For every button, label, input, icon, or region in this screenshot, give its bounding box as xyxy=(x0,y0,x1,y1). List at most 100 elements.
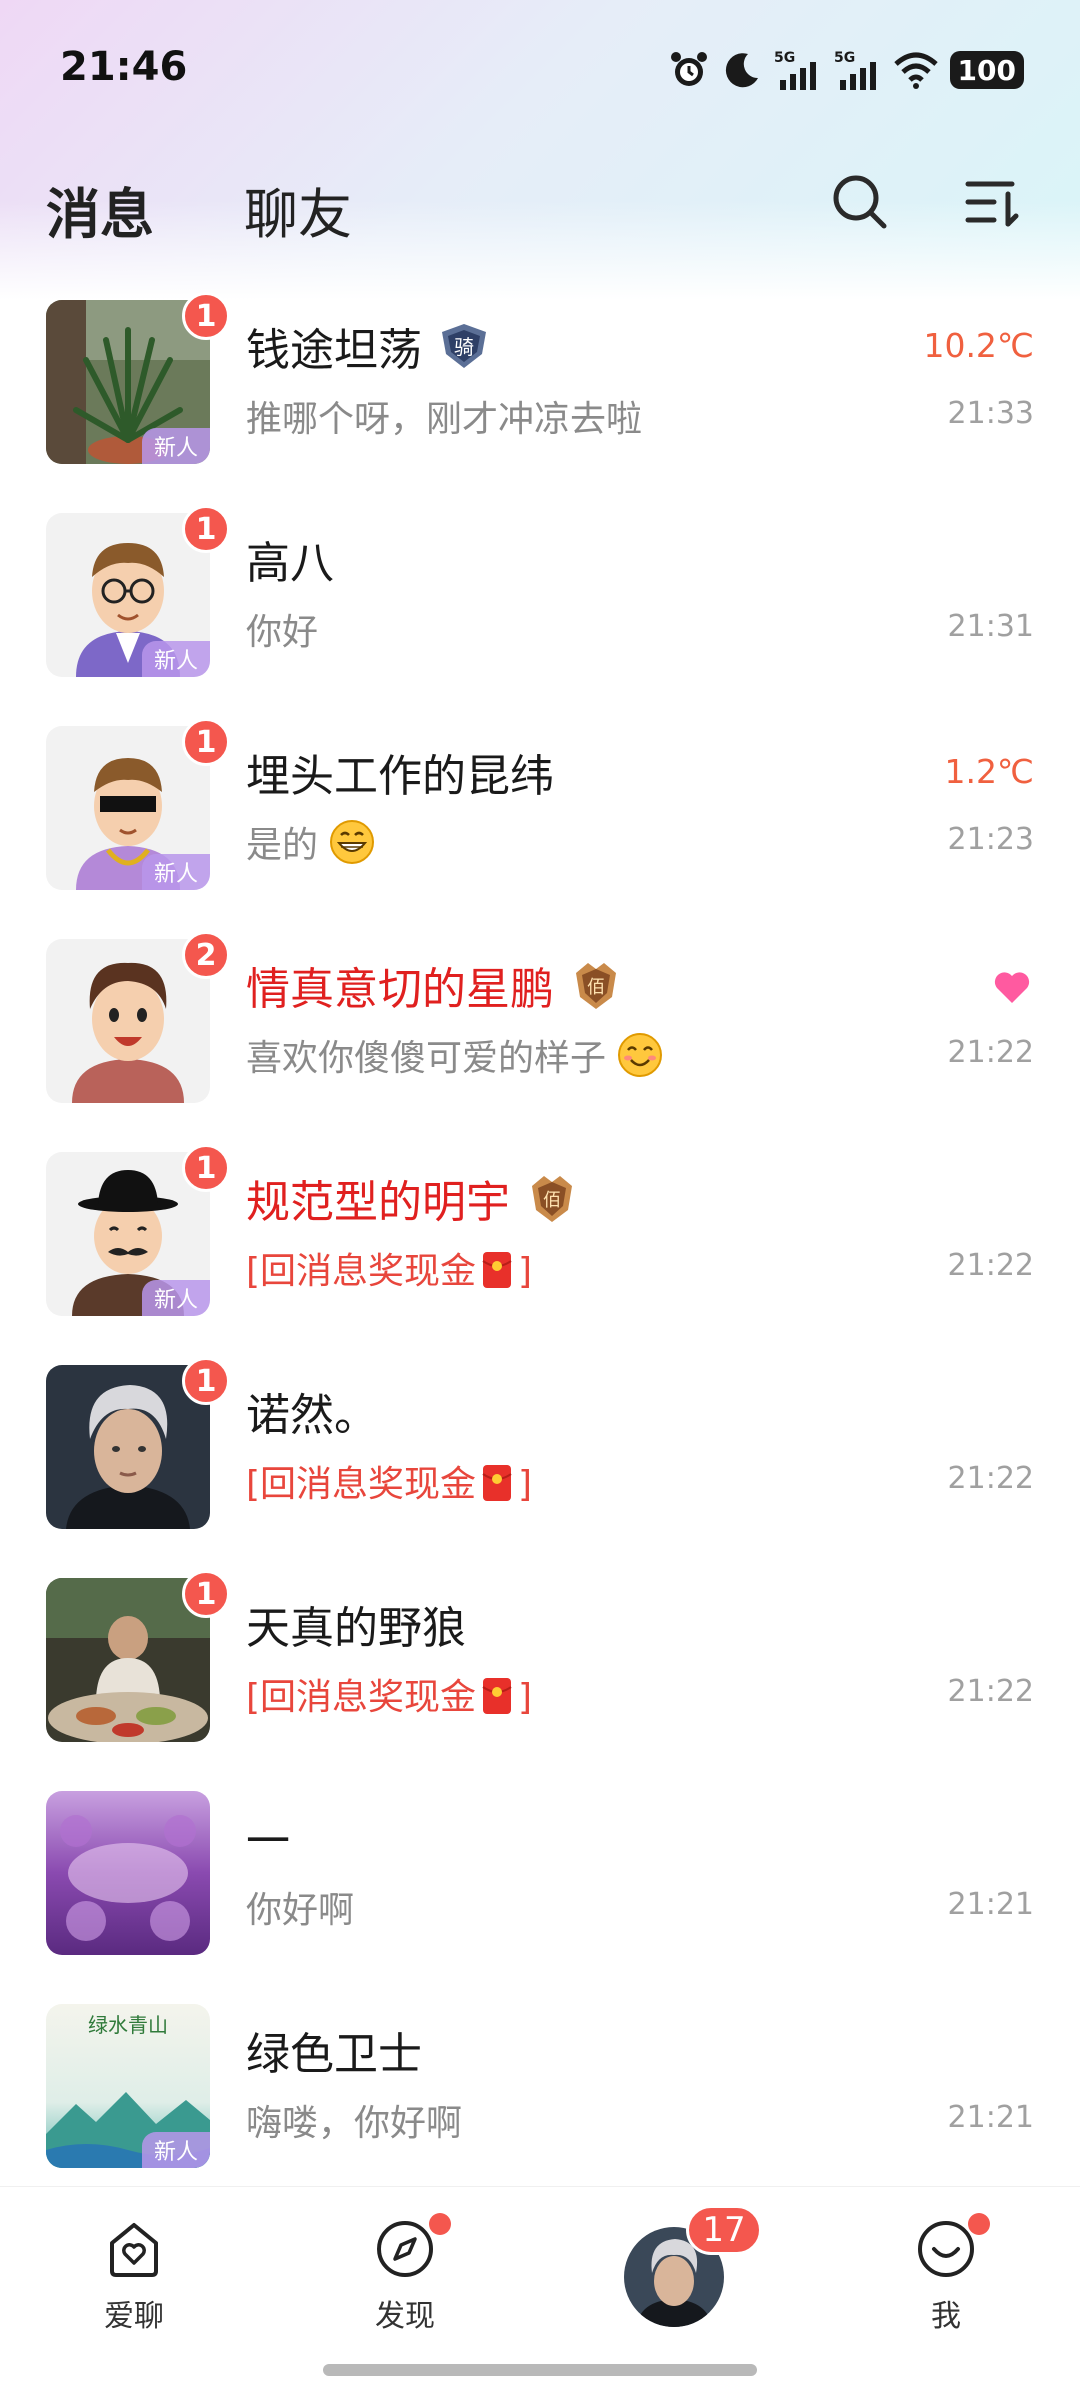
nav-ailiao-label: 爱聊 xyxy=(104,2299,164,2334)
message-preview: 喜欢你傻傻可爱的样子 xyxy=(246,1029,663,1081)
message-preview: 你好啊 xyxy=(246,1890,355,1931)
avatar[interactable] xyxy=(46,1791,210,1955)
message-preview-suffix: ] xyxy=(518,1251,533,1292)
message-preview-prefix: [回消息奖现金 xyxy=(246,1464,477,1505)
message-time: 21:22 xyxy=(947,1035,1034,1070)
intimacy-temperature: 1.2℃ xyxy=(944,752,1034,791)
nav-me-dot xyxy=(968,2213,990,2235)
alarm-icon xyxy=(670,52,707,86)
conversation-row[interactable]: 一 你好啊 21:21 xyxy=(0,1783,1080,1996)
contact-name: 天真的野狼 xyxy=(246,1592,466,1656)
status-time: 21:46 xyxy=(60,44,188,90)
contact-name: 诺然。 xyxy=(246,1379,378,1443)
knight-badge-icon: 骑 xyxy=(442,324,486,368)
contact-name-text: 高八 xyxy=(246,538,334,589)
nav-me[interactable]: 我 xyxy=(866,2213,1026,2357)
network-label-1: 5G xyxy=(774,50,795,66)
nav-me-label: 我 xyxy=(931,2299,961,2334)
contact-name: 一 xyxy=(246,1805,290,1869)
search-icon xyxy=(833,175,887,229)
red-packet-icon xyxy=(482,1252,512,1288)
conversation-row[interactable]: 新人 1 钱途坦荡 骑 推哪个呀，刚才冲凉去啦 10.2℃ 21:33 xyxy=(0,292,1080,505)
unread-badge: 1 xyxy=(182,1570,230,1618)
rank-badge-icon: 佰 xyxy=(532,1176,572,1222)
wifi-icon xyxy=(893,52,938,89)
red-packet-icon xyxy=(482,1678,512,1714)
message-time: 21:33 xyxy=(947,396,1034,431)
conversation-row[interactable]: 1 诺然。 [回消息奖现金 ] 21:22 xyxy=(0,1357,1080,1570)
contact-name: 高八 xyxy=(246,527,334,591)
conversation-row[interactable]: 新人 1 埋头工作的昆纬 是的 1.2℃ 21:23 xyxy=(0,718,1080,931)
new-user-tag: 新人 xyxy=(142,1280,210,1316)
message-preview-text: 喜欢你傻傻可爱的样子 xyxy=(246,1038,607,1079)
message-preview-suffix: ] xyxy=(518,1464,533,1505)
message-time: 21:22 xyxy=(947,1461,1034,1496)
unread-badge: 1 xyxy=(182,292,230,340)
search-button[interactable] xyxy=(830,172,890,232)
nav-discover-dot xyxy=(429,2213,451,2235)
conversation-row[interactable]: 新人 1 规范型的明宇 佰 [回消息奖现金 ] 21:22 xyxy=(0,1144,1080,1357)
tab-messages-label: 消息 xyxy=(46,183,154,246)
sort-button[interactable] xyxy=(962,172,1022,232)
status-bar: 21:46 5G 5G 100 xyxy=(0,0,1080,140)
contact-name: 钱途坦荡 骑 xyxy=(246,314,492,378)
message-preview: [回消息奖现金 ] xyxy=(246,1242,532,1294)
moon-icon xyxy=(725,53,758,88)
avatar-purple-flowers xyxy=(46,1791,210,1955)
conversation-list: 新人 1 钱途坦荡 骑 推哪个呀，刚才冲凉去啦 10.2℃ 21:33 新人 1… xyxy=(0,292,1080,2209)
contact-name-text: 天真的野狼 xyxy=(246,1603,466,1654)
contact-name-text: 埋头工作的昆纬 xyxy=(246,751,554,802)
nav-unread-badge: 17 xyxy=(686,2205,762,2255)
message-time: 21:22 xyxy=(947,1674,1034,1709)
grin-emoji-icon xyxy=(330,820,375,864)
contact-name: 埋头工作的昆纬 xyxy=(246,740,554,804)
contact-name: 规范型的明宇 佰 xyxy=(246,1166,580,1230)
contact-name-text: 规范型的明宇 xyxy=(246,1177,510,1228)
nav-ailiao[interactable]: 爱聊 xyxy=(54,2217,214,2357)
message-time: 21:23 xyxy=(947,822,1034,857)
contact-name-text: 钱途坦荡 xyxy=(246,325,422,376)
contact-name-text: 绿色卫士 xyxy=(246,2029,422,2080)
conversation-row[interactable]: 2 情真意切的星鹏 佰 喜欢你傻傻可爱的样子 21:22 xyxy=(0,931,1080,1144)
nav-discover[interactable]: 发现 xyxy=(325,2213,485,2357)
new-user-tag: 新人 xyxy=(142,2132,210,2168)
message-preview: 嗨喽，你好啊 xyxy=(246,2103,463,2144)
message-preview-prefix: [回消息奖现金 xyxy=(246,1677,477,1718)
conversation-row[interactable]: 1 天真的野狼 [回消息奖现金 ] 21:22 xyxy=(0,1570,1080,1783)
battery-indicator: 100 xyxy=(949,51,1024,89)
tab-messages[interactable]: 消息 xyxy=(46,170,164,249)
blush-smile-emoji-icon xyxy=(618,1033,663,1077)
home-indicator[interactable] xyxy=(323,2364,757,2376)
message-preview: [回消息奖现金 ] xyxy=(246,1455,532,1507)
rank-badge-label: 佰 xyxy=(587,977,605,998)
message-preview-suffix: ] xyxy=(518,1677,533,1718)
contact-name-text: 诺然。 xyxy=(246,1390,378,1441)
knight-badge-label: 骑 xyxy=(454,335,474,359)
unread-badge: 2 xyxy=(182,931,230,979)
avatar-poster-text: 绿水青山 xyxy=(88,2013,168,2037)
message-preview: [回消息奖现金 ] xyxy=(246,1668,532,1720)
sort-icon xyxy=(965,181,1019,227)
message-preview-prefix: [回消息奖现金 xyxy=(246,1251,477,1292)
unread-badge: 1 xyxy=(182,1144,230,1192)
red-packet-icon xyxy=(482,1465,512,1501)
message-time: 21:21 xyxy=(947,2100,1034,2135)
signal-icon: 5G xyxy=(774,50,816,90)
rank-badge-label: 佰 xyxy=(543,1190,561,1211)
nav-discover-label: 发现 xyxy=(375,2299,435,2334)
heart-icon xyxy=(994,972,1030,1003)
conversation-row[interactable]: 新人 1 高八 你好 21:31 xyxy=(0,505,1080,718)
header: 消息 聊友 xyxy=(0,160,1080,250)
tab-chat-friends-label: 聊友 xyxy=(244,183,352,246)
contact-name-text: 一 xyxy=(246,1816,290,1867)
compass-icon xyxy=(377,2221,433,2277)
unread-badge: 1 xyxy=(182,505,230,553)
tab-chat-friends[interactable]: 聊友 xyxy=(244,170,352,249)
conversation-row[interactable]: 绿水青山 新人 绿色卫士 嗨喽，你好啊 21:21 xyxy=(0,1996,1080,2209)
avatar[interactable]: 绿水青山 新人 xyxy=(46,2004,210,2168)
new-user-tag: 新人 xyxy=(142,854,210,890)
contact-name-text: 情真意切的星鹏 xyxy=(246,964,554,1015)
home-heart-icon xyxy=(110,2223,158,2277)
message-time: 21:21 xyxy=(947,1887,1034,1922)
intimacy-temperature: 10.2℃ xyxy=(923,326,1034,365)
